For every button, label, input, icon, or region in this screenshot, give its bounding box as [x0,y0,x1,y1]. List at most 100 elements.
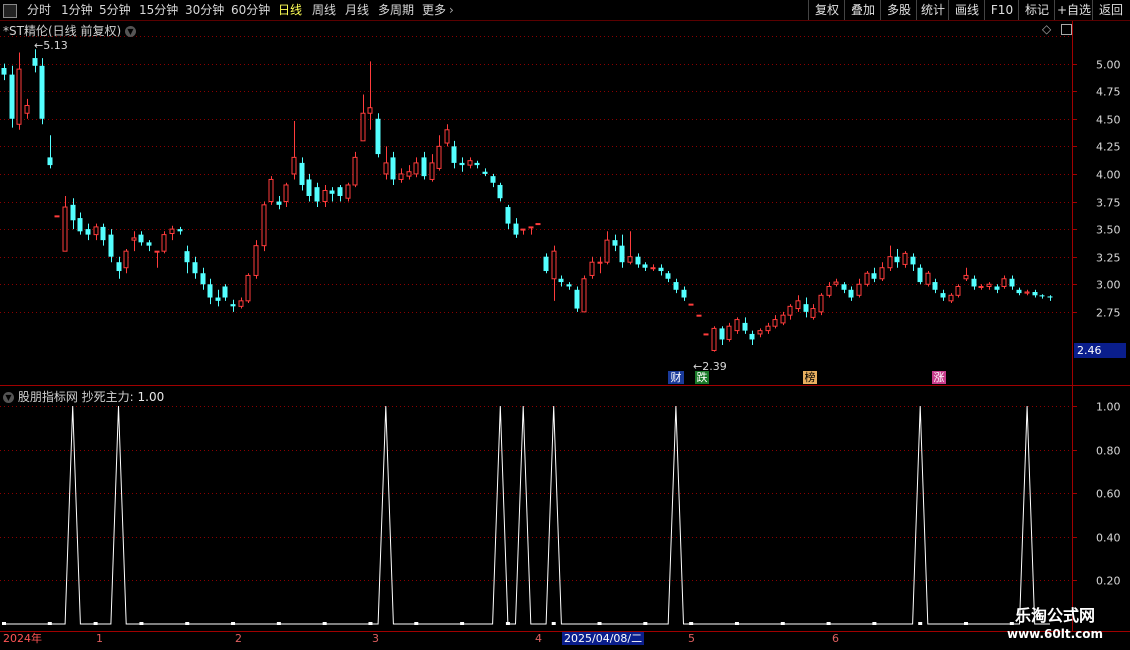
candle-body [658,267,664,272]
kline-chart[interactable]: 5.00 4.75 4.50 4.25 4.00 3.75 3.50 3.25 3.00 2.75… [0,0,1130,650]
candle [543,253,549,274]
candle-body [780,314,786,324]
candle-body [398,173,404,180]
candle-body [635,256,641,265]
y-tick-label: 0.60 [1096,488,1121,501]
candle [505,204,511,230]
candle-body [513,223,519,235]
candle [925,271,931,287]
y-tick-label: 0.40 [1096,532,1121,545]
candle-body [474,162,480,166]
indicator-value: 1.00 [137,390,165,404]
candle [436,135,442,171]
candle-body [902,252,908,265]
candle-body [276,201,282,205]
candle-body [1024,291,1030,294]
date-label-month-4: 4 [535,632,542,645]
candle [268,176,274,205]
indicator-point [231,622,236,625]
candle [734,317,740,334]
candle [795,295,801,312]
event-badge-finance[interactable]: 财 [668,371,684,384]
y-tick-label: 3.00 [1096,279,1121,292]
stock-title: *ST精伦(日线 前复权) [3,24,122,38]
indicator-point [2,622,6,625]
candle [948,293,954,304]
candle [398,168,404,183]
candle [742,317,748,334]
candle [322,184,328,208]
indicator-name: 股朋指标网 抄死主力: [17,390,138,404]
candle [650,264,656,272]
window-icon[interactable] [1061,24,1073,35]
candle-body [551,250,557,280]
event-badge-rank[interactable]: 榜 [803,371,817,384]
candle [665,271,671,283]
candle [291,120,297,180]
y-tick-label: 3.50 [1096,224,1121,237]
candle-body [200,273,206,285]
candle-body [161,234,167,252]
candle-body [207,284,213,298]
candle [276,196,282,210]
indicator-point [780,622,785,625]
candle-body [703,333,709,336]
candle-body [459,162,465,166]
candle [1039,294,1045,299]
candle [421,151,427,180]
candle-body [848,289,854,298]
panel-controls: ◇ [1042,22,1073,36]
candle [245,273,251,304]
sub-panel-title: ▼ 股朋指标网 抄死主力: 1.00 [3,388,164,405]
candle-body [978,285,984,288]
y-tick-label: 4.50 [1096,114,1121,127]
current-price-label: 2.46 [1074,343,1126,358]
candle-body [719,328,725,340]
candle-body [77,218,83,232]
candle-body [1016,289,1022,294]
candle-body [436,145,442,169]
chevron-down-icon[interactable]: ▼ [124,26,136,37]
candle-body [887,256,893,269]
candle [375,113,381,158]
candle-body [871,273,877,279]
candle-body [291,156,297,175]
candle-body [54,215,60,218]
candle-body [765,325,771,332]
candle [871,267,877,283]
candle [963,267,969,281]
candle-body [16,68,22,125]
candle-body [681,289,687,298]
candle-body [940,293,946,298]
candle-body [505,207,511,224]
candle [994,284,1000,294]
candle [986,282,992,290]
event-badge-fall[interactable]: 跌 [695,371,709,384]
candle-body [696,314,702,317]
candle-body [154,250,160,253]
candle [47,135,53,169]
candle-body [108,234,114,257]
watermark-title: 乐淘公式网 [1014,606,1095,625]
diamond-icon[interactable]: ◇ [1042,22,1051,36]
candle [558,275,564,287]
candle-body [1032,292,1038,296]
indicator-point [93,622,98,625]
candle-body [299,162,305,185]
candle [978,284,984,290]
candle [681,286,687,301]
chevron-down-icon[interactable]: ▼ [3,392,14,403]
indicator-point [734,622,739,625]
candle [780,311,786,326]
candle-body [772,319,778,327]
candle [474,160,480,169]
candle-body [787,305,793,316]
candle [32,49,38,73]
candle-body [1001,278,1007,287]
candle-body [253,245,259,276]
candle [24,98,30,119]
event-badge-rise[interactable]: 涨 [932,371,946,384]
candle [70,198,76,230]
indicator-point [689,622,694,625]
indicator-line [4,405,1050,625]
